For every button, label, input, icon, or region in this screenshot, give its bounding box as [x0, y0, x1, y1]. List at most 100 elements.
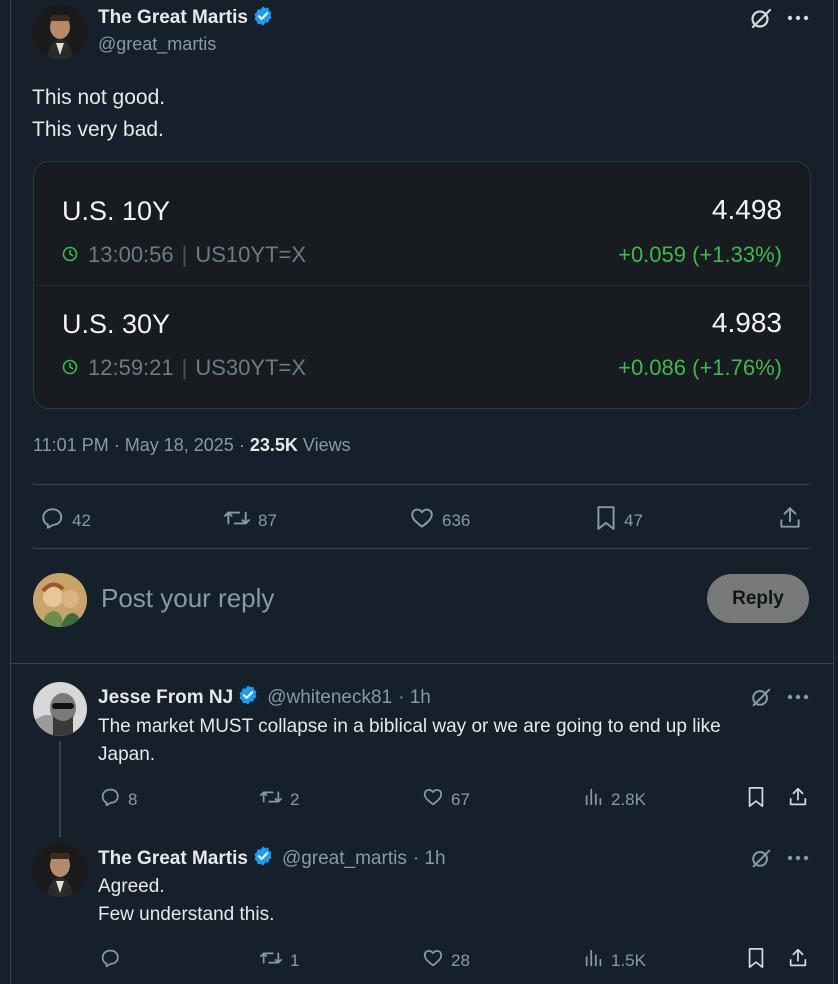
- grok-icon[interactable]: [749, 846, 773, 870]
- repost-button[interactable]: 1: [258, 947, 299, 974]
- quote-row-10y: U.S. 10Y 4.498 13:00:56 | US10YT=X +0.05…: [62, 162, 782, 274]
- reply-count: 42: [72, 510, 91, 530]
- views-icon: [583, 947, 605, 974]
- avatar[interactable]: [33, 843, 87, 897]
- reply-input[interactable]: Post your reply: [101, 583, 274, 614]
- share-button[interactable]: [786, 786, 810, 813]
- grok-icon[interactable]: [749, 685, 773, 709]
- bookmark-count: 47: [624, 510, 643, 530]
- like-button[interactable]: 636: [408, 505, 470, 536]
- reply-age[interactable]: · 1h: [413, 848, 446, 870]
- quote-value: 4.983: [711, 307, 782, 338]
- verified-icon: [252, 845, 274, 873]
- reply-icon: [98, 947, 122, 974]
- reply-text: Agreed. Few understand this.: [98, 873, 274, 929]
- dot-separator: ·: [113, 435, 120, 455]
- divider: [33, 548, 811, 549]
- repost-count: 1: [290, 950, 300, 970]
- quote-meta: 12:59:21 | US30YT=X: [62, 355, 306, 381]
- quote-separator: |: [181, 242, 188, 267]
- reply-text: The market MUST collapse in a biblical w…: [98, 713, 721, 769]
- views-count: 23.5K: [249, 435, 298, 455]
- quote-time: 12:59:21: [88, 355, 174, 380]
- views-button[interactable]: 2.8K: [583, 786, 646, 813]
- author-name[interactable]: The Great Martis: [98, 7, 248, 29]
- reply-text-line: Japan.: [98, 744, 156, 765]
- quote-ticker: US30YT=X: [195, 355, 307, 380]
- views-label: Views: [302, 435, 351, 455]
- author-handle[interactable]: @whiteneck81: [267, 687, 392, 709]
- reply-submit-button[interactable]: Reply: [707, 574, 809, 623]
- more-icon[interactable]: [786, 685, 810, 709]
- post-text-line: This very bad.: [32, 118, 164, 141]
- dot-separator: ·: [238, 435, 245, 455]
- more-icon[interactable]: [786, 846, 810, 870]
- quote-meta: 13:00:56 | US10YT=X: [62, 242, 306, 268]
- views-icon: [583, 786, 605, 813]
- like-button[interactable]: 28: [421, 947, 470, 974]
- repost-button[interactable]: 2: [258, 786, 299, 813]
- quote-title: U.S. 10Y: [62, 196, 171, 226]
- like-icon: [408, 505, 436, 536]
- quote-separator: |: [181, 355, 188, 380]
- bookmark-button[interactable]: [745, 786, 767, 813]
- views-button[interactable]: 1.5K: [583, 947, 646, 974]
- like-count: 67: [451, 789, 470, 809]
- frame-right-border: [833, 0, 834, 984]
- share-icon: [786, 947, 810, 974]
- reply-header: Jesse From NJ @whiteneck81 · 1h: [98, 684, 431, 712]
- post-date[interactable]: May 18, 2025: [125, 435, 234, 455]
- author-handle[interactable]: @great_martis: [98, 34, 274, 55]
- quote-row-30y: U.S. 30Y 4.983 12:59:21 | US30YT=X +0.08…: [62, 275, 782, 387]
- quote-title: U.S. 30Y: [62, 309, 171, 339]
- share-button[interactable]: [777, 505, 803, 536]
- share-icon: [777, 505, 803, 536]
- author-name[interactable]: The Great Martis: [98, 848, 248, 870]
- share-icon: [786, 786, 810, 813]
- verified-icon: [237, 684, 259, 712]
- reply-icon: [98, 786, 122, 813]
- thread-line: [59, 741, 61, 837]
- reply-button[interactable]: 42: [38, 505, 91, 536]
- post-timestamp: 11:01 PM · May 18, 2025 · 23.5K Views: [33, 435, 351, 456]
- reply-header: The Great Martis @great_martis · 1h: [98, 845, 446, 873]
- quote-change: +0.059 (+1.33%): [618, 242, 782, 267]
- like-count: 636: [442, 510, 471, 530]
- author-handle[interactable]: @great_martis: [282, 848, 407, 870]
- current-user-avatar[interactable]: [33, 573, 87, 627]
- clock-icon: [62, 355, 78, 381]
- views-count: 2.8K: [611, 789, 646, 809]
- like-count: 28: [451, 950, 470, 970]
- reply-icon: [38, 505, 66, 536]
- bookmark-icon: [594, 505, 618, 536]
- divider: [10, 663, 834, 664]
- reply-button[interactable]: [98, 947, 128, 974]
- grok-icon[interactable]: [748, 5, 774, 31]
- share-button[interactable]: [786, 947, 810, 974]
- post-text-line: This not good.: [32, 86, 166, 109]
- post-time[interactable]: 11:01 PM: [33, 435, 109, 455]
- bookmark-icon: [745, 786, 767, 813]
- post-header: The Great Martis @great_martis: [98, 5, 274, 55]
- bookmark-button[interactable]: [745, 947, 767, 974]
- repost-button[interactable]: 87: [222, 505, 277, 536]
- reply-age[interactable]: · 1h: [398, 687, 431, 709]
- avatar[interactable]: [33, 682, 87, 736]
- more-icon[interactable]: [786, 6, 810, 30]
- reply-text-line: Agreed.: [98, 876, 165, 897]
- quote-image-card[interactable]: U.S. 10Y 4.498 13:00:56 | US10YT=X +0.05…: [33, 161, 811, 409]
- reply-button[interactable]: 8: [98, 786, 137, 813]
- bookmark-button[interactable]: 47: [594, 505, 643, 536]
- avatar[interactable]: [33, 5, 87, 59]
- like-button[interactable]: 67: [421, 786, 470, 813]
- clock-icon: [62, 242, 78, 268]
- divider: [33, 484, 811, 485]
- reply-count: 8: [128, 789, 138, 809]
- reply-text-line: The market MUST collapse in a biblical w…: [98, 716, 721, 737]
- frame-left-border: [10, 0, 11, 984]
- repost-count: 87: [258, 510, 277, 530]
- author-name[interactable]: Jesse From NJ: [98, 687, 233, 709]
- quote-change: +0.086 (+1.76%): [618, 355, 782, 380]
- repost-count: 2: [290, 789, 300, 809]
- views-count: 1.5K: [611, 950, 646, 970]
